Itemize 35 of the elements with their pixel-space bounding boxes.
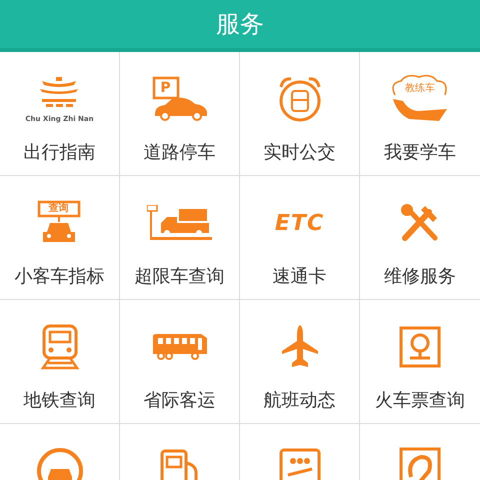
service-label: 小客车指标 (14, 265, 104, 288)
service-tile[interactable]: P 道路停车 (120, 52, 240, 176)
subway-train-icon (40, 324, 80, 370)
service-label: 火车票查询 (375, 389, 465, 412)
service-tile[interactable]: 超限车查询 (120, 176, 240, 300)
service-tile[interactable]: 省际客运 (120, 300, 240, 424)
service-tile[interactable]: 查询 小客车指标 (0, 176, 120, 300)
cloud-label: 教练车 (404, 83, 436, 95)
parking-letter: P (159, 79, 172, 98)
service-tile[interactable]: 维修服务 (360, 176, 480, 300)
page-title: 服务 (216, 9, 264, 40)
service-tile[interactable]: 地铁查询 (0, 300, 120, 424)
airplane-icon (280, 325, 318, 369)
service-label: 省际客运 (144, 389, 216, 412)
railway-logo-icon (399, 326, 441, 368)
parking-car-icon (150, 76, 208, 122)
alarm-clock-bus-icon (276, 75, 322, 123)
service-tile[interactable]: 航班动态 (240, 300, 360, 424)
truck-scale-icon (146, 205, 212, 241)
etc-logo: ETC (274, 210, 324, 236)
service-tile[interactable]: 实时公交 (240, 52, 360, 176)
service-label: 超限车查询 (134, 265, 224, 288)
service-tile[interactable]: 火车票查询 (360, 300, 480, 424)
service-tile[interactable]: ETC 速通卡 (240, 176, 360, 300)
service-label: 航班动态 (264, 389, 336, 412)
service-tile[interactable]: 教练车 我要学车 (360, 52, 480, 176)
service-label: 维修服务 (384, 265, 456, 288)
service-label: 我要学车 (384, 141, 456, 164)
service-label: 道路停车 (144, 141, 216, 164)
service-label: 地铁查询 (24, 389, 96, 412)
sign-label: 查询 (48, 203, 70, 215)
service-label: 实时公交 (264, 141, 336, 164)
service-label: 速通卡 (272, 265, 326, 288)
coach-bus-icon (150, 332, 208, 362)
service-label: 出行指南 (24, 141, 96, 164)
